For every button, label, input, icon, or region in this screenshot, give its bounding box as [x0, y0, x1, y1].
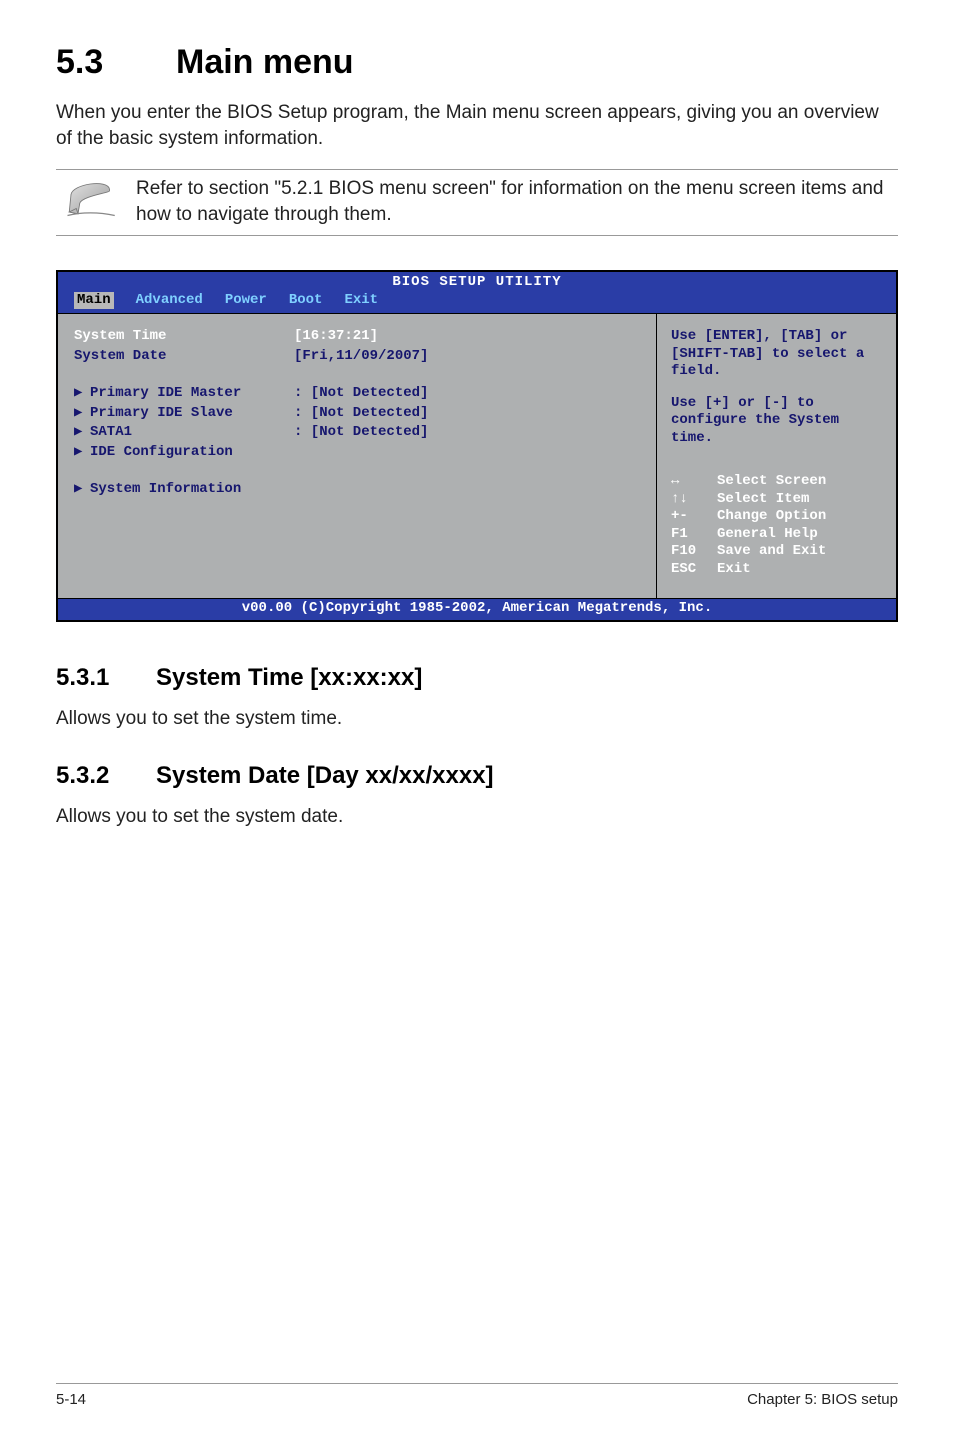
bios-main-panel: System Time [16:37:21] System Date [Fri,…	[58, 314, 656, 598]
bios-item-row[interactable]: ▶ Primary IDE Master : [Not Detected]	[74, 385, 640, 403]
page-footer: 5-14 Chapter 5: BIOS setup	[56, 1383, 898, 1410]
nav-row: ESCExit	[671, 561, 882, 579]
note-text: Refer to section "5.2.1 BIOS menu screen…	[136, 174, 898, 227]
system-date-value: [Fri,11/09/2007]	[294, 348, 428, 366]
bios-item-label: Primary IDE Slave	[90, 405, 294, 423]
bios-tab-power[interactable]: Power	[225, 292, 267, 310]
bios-title: BIOS SETUP UTILITY	[58, 272, 896, 292]
system-time-label: System Time	[74, 328, 294, 346]
bios-item-row[interactable]: ▶ SATA1 : [Not Detected]	[74, 424, 640, 442]
bios-tab-bar: Main Advanced Power Boot Exit	[58, 292, 896, 314]
subsection-heading: 5.3.1System Time [xx:xx:xx]	[56, 662, 898, 694]
nav-key: F1	[671, 526, 717, 544]
page-number: 5-14	[56, 1390, 86, 1410]
nav-row: ↑↓Select Item	[671, 491, 882, 509]
bios-footer: v00.00 (C)Copyright 1985-2002, American …	[58, 598, 896, 620]
pencil-note-icon	[56, 174, 136, 220]
bios-item-row[interactable]: ▶ IDE Configuration	[74, 444, 640, 462]
system-time-value: [16:37:21]	[294, 328, 378, 346]
subsection-number: 5.3.2	[56, 760, 156, 792]
nav-key: ↑↓	[671, 491, 717, 509]
subsection-body: Allows you to set the system time.	[56, 706, 898, 732]
subsection-title: System Date [Day xx/xx/xxxx]	[156, 762, 494, 789]
nav-desc: Save and Exit	[717, 543, 826, 561]
bios-item-row[interactable]: ▶ System Information	[74, 481, 640, 499]
intro-paragraph: When you enter the BIOS Setup program, t…	[56, 100, 898, 151]
nav-row: ↔Select Screen	[671, 473, 882, 491]
nav-key: ESC	[671, 561, 717, 579]
section-heading: 5.3Main menu	[56, 40, 898, 86]
bios-tab-main[interactable]: Main	[74, 292, 114, 310]
note-callout: Refer to section "5.2.1 BIOS menu screen…	[56, 169, 898, 236]
bios-system-date-row[interactable]: System Date [Fri,11/09/2007]	[74, 348, 640, 366]
bios-item-label: Primary IDE Master	[90, 385, 294, 403]
bios-system-time-row[interactable]: System Time [16:37:21]	[74, 328, 640, 346]
nav-row: F10Save and Exit	[671, 543, 882, 561]
nav-desc: Select Screen	[717, 473, 826, 491]
bios-item-row[interactable]: ▶ Primary IDE Slave : [Not Detected]	[74, 405, 640, 423]
submenu-arrow-icon: ▶	[74, 481, 90, 499]
nav-key: F10	[671, 543, 717, 561]
subsection-body: Allows you to set the system date.	[56, 804, 898, 830]
bios-tab-exit[interactable]: Exit	[344, 292, 378, 310]
bios-tab-advanced[interactable]: Advanced	[136, 292, 203, 310]
bios-help-text-1: Use [ENTER], [TAB] or [SHIFT-TAB] to sel…	[671, 328, 882, 381]
bios-item-value: : [Not Detected]	[294, 385, 428, 403]
submenu-arrow-icon: ▶	[74, 385, 90, 403]
bios-item-value: : [Not Detected]	[294, 424, 428, 442]
section-title: Main menu	[176, 43, 354, 81]
nav-desc: Change Option	[717, 508, 826, 526]
bios-tab-boot[interactable]: Boot	[289, 292, 323, 310]
bios-body: System Time [16:37:21] System Date [Fri,…	[58, 313, 896, 598]
nav-row: F1General Help	[671, 526, 882, 544]
bios-help-panel: Use [ENTER], [TAB] or [SHIFT-TAB] to sel…	[656, 314, 896, 598]
nav-key: ↔	[671, 473, 717, 491]
nav-row: +-Change Option	[671, 508, 882, 526]
bios-item-value: : [Not Detected]	[294, 405, 428, 423]
bios-screenshot: BIOS SETUP UTILITY Main Advanced Power B…	[56, 270, 898, 622]
system-date-label: System Date	[74, 348, 294, 366]
subsection-title: System Time [xx:xx:xx]	[156, 664, 422, 691]
submenu-arrow-icon: ▶	[74, 444, 90, 462]
section-number: 5.3	[56, 40, 176, 86]
bios-item-label: SATA1	[90, 424, 294, 442]
nav-desc: General Help	[717, 526, 818, 544]
bios-item-label: System Information	[90, 481, 294, 499]
submenu-arrow-icon: ▶	[74, 424, 90, 442]
bios-item-label: IDE Configuration	[90, 444, 294, 462]
bios-help-text-2: Use [+] or [-] to configure the System t…	[671, 395, 882, 448]
chapter-label: Chapter 5: BIOS setup	[747, 1390, 898, 1410]
nav-desc: Exit	[717, 561, 751, 579]
nav-key: +-	[671, 508, 717, 526]
subsection-heading: 5.3.2System Date [Day xx/xx/xxxx]	[56, 760, 898, 792]
submenu-arrow-icon: ▶	[74, 405, 90, 423]
nav-desc: Select Item	[717, 491, 809, 509]
subsection-number: 5.3.1	[56, 662, 156, 694]
bios-nav-keys: ↔Select Screen ↑↓Select Item +-Change Op…	[671, 473, 882, 578]
